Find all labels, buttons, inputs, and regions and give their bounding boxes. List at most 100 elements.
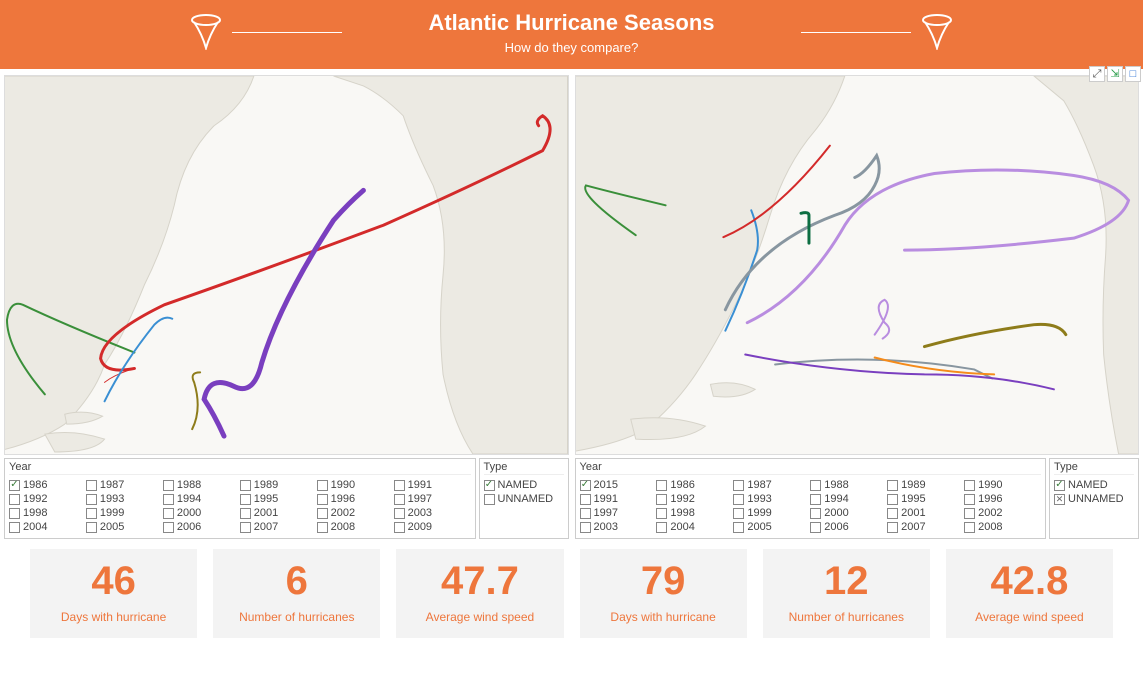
year-checkbox-2006[interactable]: 2006 <box>810 520 887 534</box>
year-checkbox-2000[interactable]: 2000 <box>163 506 240 520</box>
hurricane-track[interactable] <box>192 372 200 429</box>
year-checkbox-1986[interactable]: 1986 <box>9 478 86 492</box>
year-checkbox-1987[interactable]: 1987 <box>86 478 163 492</box>
year-label: 2008 <box>331 521 355 533</box>
stat-count-right: 12 Number of hurricanes <box>763 549 930 638</box>
year-checkbox-2001[interactable]: 2001 <box>240 506 317 520</box>
year-checkbox-1991[interactable]: 1991 <box>580 492 657 506</box>
year-checkbox-1996[interactable]: 1996 <box>964 492 1041 506</box>
year-label: 1988 <box>177 479 201 491</box>
export-icon[interactable]: ⇲ <box>1107 66 1123 82</box>
year-checkbox-2007[interactable]: 2007 <box>240 520 317 534</box>
checkbox-icon <box>86 494 97 505</box>
checkbox-icon <box>810 480 821 491</box>
year-checkbox-2001[interactable]: 2001 <box>887 506 964 520</box>
year-label: 1995 <box>254 493 278 505</box>
checkbox-icon <box>9 508 20 519</box>
year-checkbox-2008[interactable]: 2008 <box>964 520 1041 534</box>
year-checkbox-2003[interactable]: 2003 <box>394 506 471 520</box>
year-checkbox-1992[interactable]: 1992 <box>9 492 86 506</box>
year-checkbox-1992[interactable]: 1992 <box>656 492 733 506</box>
year-checkbox-2003[interactable]: 2003 <box>580 520 657 534</box>
year-checkbox-2002[interactable]: 2002 <box>964 506 1041 520</box>
checkbox-icon <box>317 480 328 491</box>
hurricane-track[interactable] <box>585 185 665 235</box>
year-checkbox-1988[interactable]: 1988 <box>810 478 887 492</box>
year-label: 2004 <box>23 521 47 533</box>
year-checkbox-1997[interactable]: 1997 <box>580 506 657 520</box>
checkbox-icon <box>656 480 667 491</box>
year-checkbox-1987[interactable]: 1987 <box>733 478 810 492</box>
year-checkbox-1993[interactable]: 1993 <box>86 492 163 506</box>
stat-value: 47.7 <box>400 559 559 604</box>
type-filter-right: Type NAMEDUNNAMED <box>1049 458 1139 539</box>
year-checkbox-2005[interactable]: 2005 <box>733 520 810 534</box>
year-label: 1991 <box>408 479 432 491</box>
type-checkbox-unnamed[interactable]: UNNAMED <box>1054 492 1134 506</box>
checkbox-icon <box>887 508 898 519</box>
year-filter-right: Year 20151986198719881989199019911992199… <box>575 458 1047 539</box>
hurricane-track[interactable] <box>924 324 1065 346</box>
checkbox-icon <box>964 508 975 519</box>
year-checkbox-1999[interactable]: 1999 <box>733 506 810 520</box>
year-checkbox-2000[interactable]: 2000 <box>810 506 887 520</box>
map-left[interactable] <box>4 75 569 455</box>
checkbox-icon <box>240 522 251 533</box>
year-label: 1990 <box>331 479 355 491</box>
year-checkbox-1995[interactable]: 1995 <box>887 492 964 506</box>
type-checkbox-unnamed[interactable]: UNNAMED <box>484 492 564 506</box>
year-checkbox-1986[interactable]: 1986 <box>656 478 733 492</box>
year-checkbox-1996[interactable]: 1996 <box>317 492 394 506</box>
year-label: 1993 <box>100 493 124 505</box>
hurricane-tracks <box>5 76 568 454</box>
year-label: 2002 <box>978 507 1002 519</box>
checkbox-icon <box>964 480 975 491</box>
year-label: 2007 <box>901 521 925 533</box>
year-checkbox-2006[interactable]: 2006 <box>163 520 240 534</box>
year-checkbox-1989[interactable]: 1989 <box>240 478 317 492</box>
year-label: 1986 <box>23 479 47 491</box>
hurricane-track[interactable] <box>101 116 551 370</box>
year-checkbox-1999[interactable]: 1999 <box>86 506 163 520</box>
year-checkbox-2007[interactable]: 2007 <box>887 520 964 534</box>
year-checkbox-1994[interactable]: 1994 <box>810 492 887 506</box>
year-checkbox-1990[interactable]: 1990 <box>964 478 1041 492</box>
hurricane-track[interactable] <box>204 190 363 436</box>
hurricane-track[interactable] <box>747 170 1128 323</box>
hurricane-track[interactable] <box>874 300 888 339</box>
year-checkbox-1993[interactable]: 1993 <box>733 492 810 506</box>
type-label: NAMED <box>1068 479 1108 491</box>
year-checkbox-1989[interactable]: 1989 <box>887 478 964 492</box>
checkbox-icon <box>656 522 667 533</box>
year-checkbox-1994[interactable]: 1994 <box>163 492 240 506</box>
type-label: UNNAMED <box>498 493 554 505</box>
year-checkbox-1990[interactable]: 1990 <box>317 478 394 492</box>
type-checkbox-named[interactable]: NAMED <box>484 478 564 492</box>
hurricane-track[interactable] <box>105 318 173 402</box>
map-right[interactable] <box>575 75 1140 455</box>
stat-value: 79 <box>584 559 743 604</box>
year-checkbox-2002[interactable]: 2002 <box>317 506 394 520</box>
type-checkbox-named[interactable]: NAMED <box>1054 478 1134 492</box>
year-checkbox-2004[interactable]: 2004 <box>9 520 86 534</box>
fullscreen-icon[interactable]: □ <box>1125 66 1141 82</box>
year-checkbox-2009[interactable]: 2009 <box>394 520 471 534</box>
year-checkbox-1991[interactable]: 1991 <box>394 478 471 492</box>
checkbox-icon <box>9 494 20 505</box>
year-checkbox-1998[interactable]: 1998 <box>656 506 733 520</box>
year-label: 1992 <box>23 493 47 505</box>
year-checkbox-2005[interactable]: 2005 <box>86 520 163 534</box>
year-checkbox-1998[interactable]: 1998 <box>9 506 86 520</box>
year-label: 1994 <box>177 493 201 505</box>
year-checkbox-2004[interactable]: 2004 <box>656 520 733 534</box>
year-checkbox-1997[interactable]: 1997 <box>394 492 471 506</box>
checkbox-icon <box>86 522 97 533</box>
hurricane-track[interactable] <box>745 355 1054 390</box>
year-checkbox-1988[interactable]: 1988 <box>163 478 240 492</box>
year-checkbox-1995[interactable]: 1995 <box>240 492 317 506</box>
year-checkbox-2015[interactable]: 2015 <box>580 478 657 492</box>
year-label: 2004 <box>670 521 694 533</box>
year-checkbox-2008[interactable]: 2008 <box>317 520 394 534</box>
year-label: 1989 <box>254 479 278 491</box>
zoom-out-icon[interactable]: ⤢ <box>1089 66 1105 82</box>
